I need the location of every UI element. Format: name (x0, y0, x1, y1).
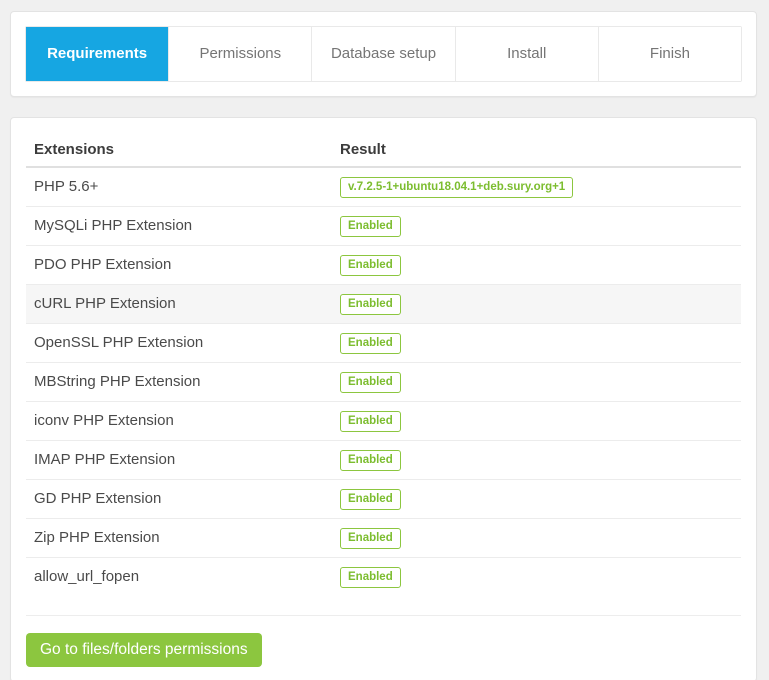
tab-install[interactable]: Install (455, 27, 598, 81)
extension-row: MySQLi PHP Extension Enabled (26, 207, 741, 246)
column-header-extensions: Extensions (26, 133, 332, 167)
tab-requirements[interactable]: Requirements (26, 27, 168, 81)
status-badge: Enabled (340, 372, 401, 393)
extension-row: cURL PHP Extension Enabled (26, 285, 741, 324)
extension-row: iconv PHP Extension Enabled (26, 402, 741, 441)
status-badge: Enabled (340, 450, 401, 471)
go-to-permissions-button[interactable]: Go to files/folders permissions (26, 633, 262, 667)
extension-name: cURL PHP Extension (26, 285, 332, 324)
wizard-tab-list: RequirementsPermissionsDatabase setupIns… (25, 26, 742, 82)
extension-result-cell: Enabled (332, 207, 741, 246)
extension-result-cell: v.7.2.5-1+ubuntu18.04.1+deb.sury.org+1 (332, 167, 741, 207)
extension-result-cell: Enabled (332, 441, 741, 480)
status-badge: Enabled (340, 294, 401, 315)
requirements-panel: Extensions Result PHP 5.6+ v.7.2.5-1+ubun… (10, 117, 757, 680)
extension-name: MBString PHP Extension (26, 363, 332, 402)
extension-result-cell: Enabled (332, 519, 741, 558)
extension-row: IMAP PHP Extension Enabled (26, 441, 741, 480)
extension-name: Zip PHP Extension (26, 519, 332, 558)
extension-result-cell: Enabled (332, 324, 741, 363)
extension-name: PDO PHP Extension (26, 246, 332, 285)
extension-result-cell: Enabled (332, 285, 741, 324)
extension-result-cell: Enabled (332, 480, 741, 519)
extension-result-cell: Enabled (332, 558, 741, 597)
status-badge: Enabled (340, 489, 401, 510)
extension-row: GD PHP Extension Enabled (26, 480, 741, 519)
extension-row: OpenSSL PHP Extension Enabled (26, 324, 741, 363)
version-badge: v.7.2.5-1+ubuntu18.04.1+deb.sury.org+1 (340, 177, 573, 198)
requirements-table: Extensions Result PHP 5.6+ v.7.2.5-1+ubun… (26, 133, 741, 596)
tab-permissions[interactable]: Permissions (168, 27, 311, 81)
table-header-row: Extensions Result (26, 133, 741, 167)
extension-row: Zip PHP Extension Enabled (26, 519, 741, 558)
tab-finish[interactable]: Finish (598, 27, 741, 81)
extension-name: GD PHP Extension (26, 480, 332, 519)
status-badge: Enabled (340, 216, 401, 237)
extension-name: iconv PHP Extension (26, 402, 332, 441)
extension-name: IMAP PHP Extension (26, 441, 332, 480)
extension-name: OpenSSL PHP Extension (26, 324, 332, 363)
status-badge: Enabled (340, 333, 401, 354)
extension-result-cell: Enabled (332, 402, 741, 441)
divider (26, 615, 741, 616)
extension-result-cell: Enabled (332, 363, 741, 402)
column-header-result: Result (332, 133, 741, 167)
extension-row: PHP 5.6+ v.7.2.5-1+ubuntu18.04.1+deb.sury… (26, 167, 741, 207)
extension-result-cell: Enabled (332, 246, 741, 285)
status-badge: Enabled (340, 411, 401, 432)
extension-row: PDO PHP Extension Enabled (26, 246, 741, 285)
extension-row: allow_url_fopen Enabled (26, 558, 741, 597)
status-badge: Enabled (340, 528, 401, 549)
extension-name: allow_url_fopen (26, 558, 332, 597)
extension-row: MBString PHP Extension Enabled (26, 363, 741, 402)
extension-name: PHP 5.6+ (26, 167, 332, 207)
installer-page: RequirementsPermissionsDatabase setupIns… (0, 0, 769, 680)
status-badge: Enabled (340, 567, 401, 588)
wizard-steps-card: RequirementsPermissionsDatabase setupIns… (10, 11, 757, 97)
status-badge: Enabled (340, 255, 401, 276)
extension-name: MySQLi PHP Extension (26, 207, 332, 246)
tab-database-setup[interactable]: Database setup (311, 27, 454, 81)
